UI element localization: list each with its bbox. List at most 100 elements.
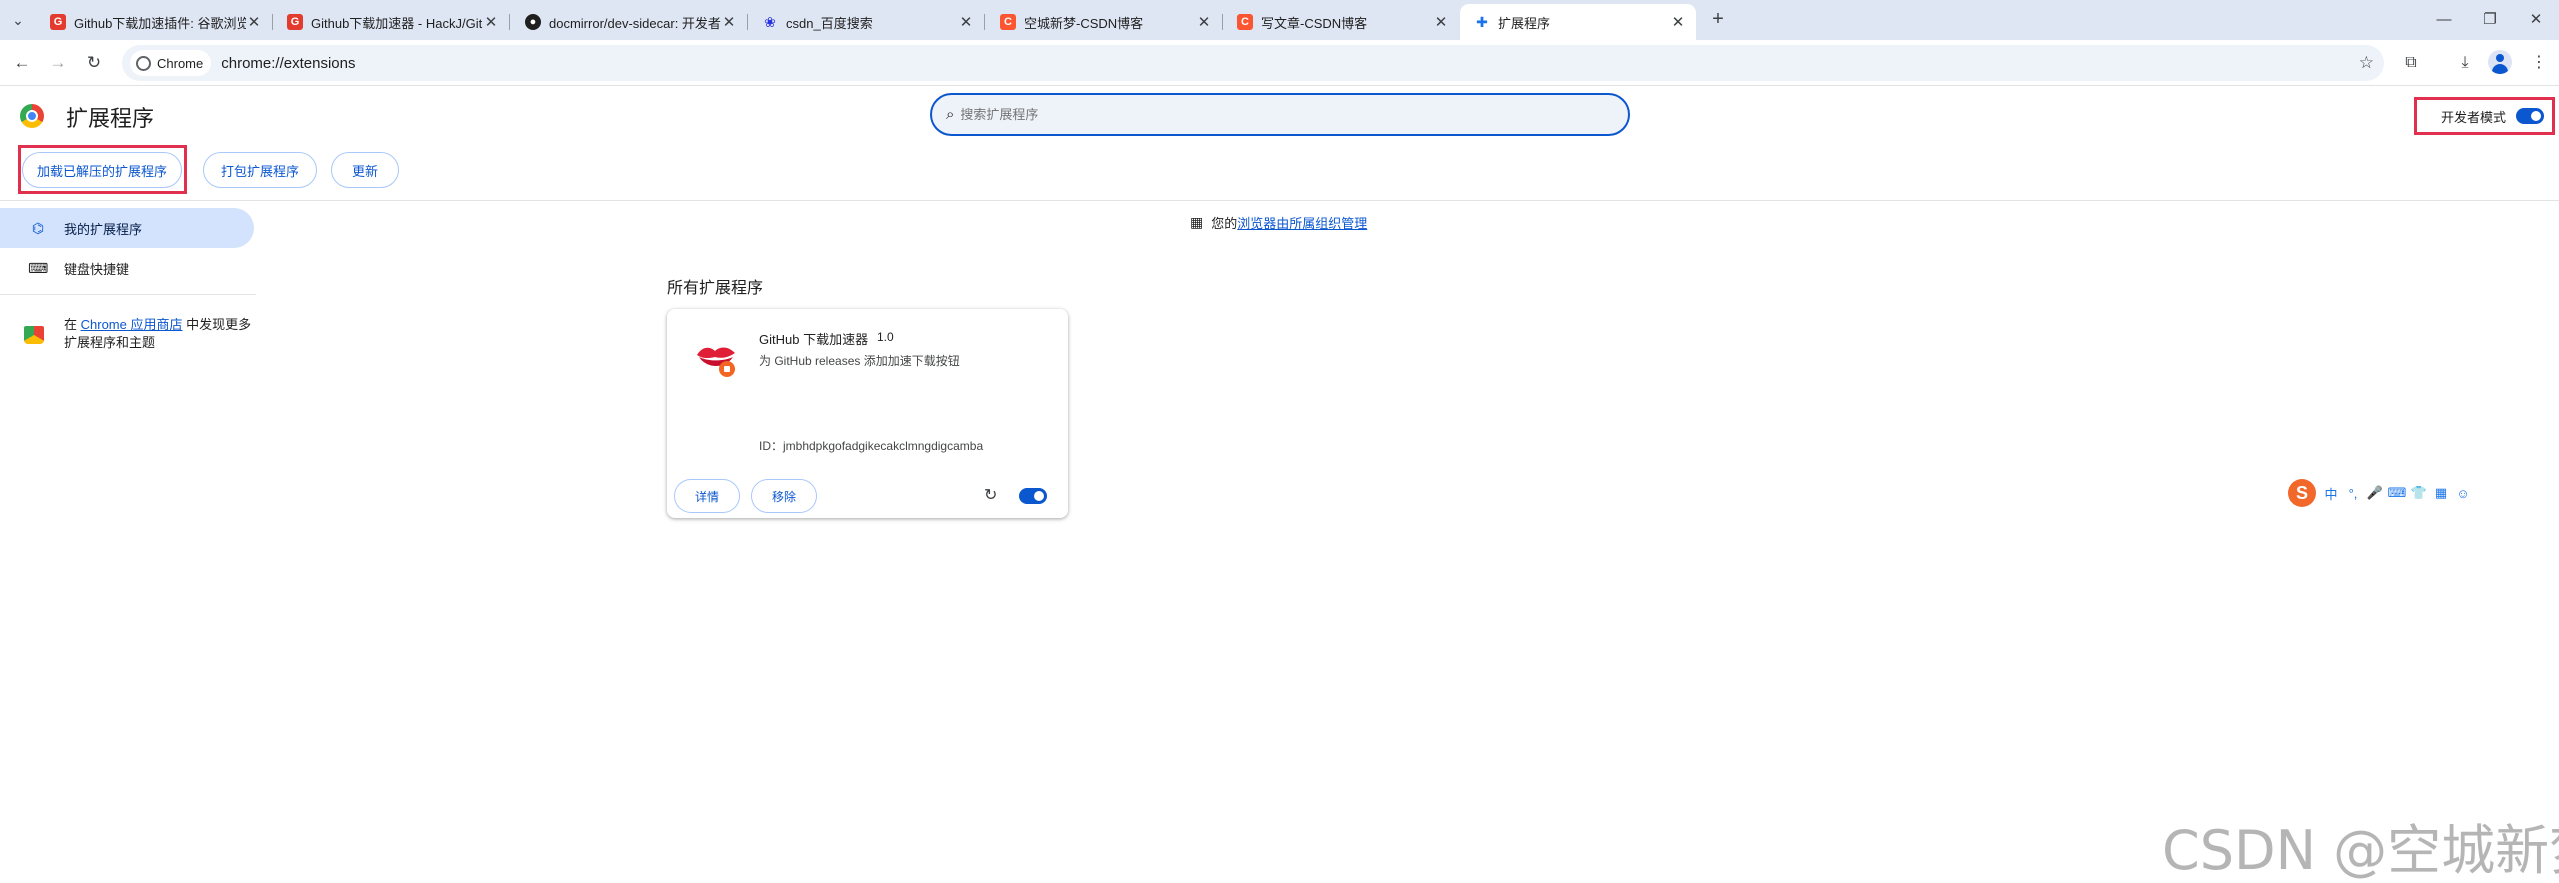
close-icon[interactable]: ✕ xyxy=(1196,13,1212,31)
managed-notice: ▦ 您的 浏览器由所属组织管理 xyxy=(1190,213,1367,232)
keyboard-icon[interactable]: ⌨ xyxy=(2386,485,2408,501)
search-icon: ⌕ xyxy=(946,106,955,123)
bookmark-star-icon[interactable]: ☆ xyxy=(2359,53,2374,73)
extension-search-box[interactable]: ⌕ xyxy=(930,93,1630,136)
download-icon[interactable]: ⤓ xyxy=(2452,50,2478,76)
close-icon[interactable]: ✕ xyxy=(246,13,262,31)
emoji-icon[interactable]: ☺ xyxy=(2452,486,2474,501)
extension-description: 为 GitHub releases 添加加速下载按钮 xyxy=(759,354,960,368)
avatar-body xyxy=(2492,64,2508,74)
tab-separator xyxy=(509,14,510,30)
tab-title: docmirror/dev-sidecar: 开发者 xyxy=(549,15,721,31)
managed-link[interactable]: 浏览器由所属组织管理 xyxy=(1237,213,1367,232)
github-icon: ● xyxy=(525,14,541,30)
forward-icon[interactable]: → xyxy=(45,50,71,76)
webstore-promo: 在 Chrome 应用商店 中发现更多扩展程序和主题 xyxy=(24,316,254,352)
profile-avatar[interactable] xyxy=(2488,50,2512,74)
developer-mode-label: 开发者模式 xyxy=(2441,109,2507,125)
webstore-link[interactable]: Chrome 应用商店 xyxy=(81,317,183,332)
tab-separator xyxy=(984,14,985,30)
webstore-icon xyxy=(24,326,44,344)
browser-toolbar: ← → ↻ Chrome chrome://extensions ☆ ⧉ ⤓ ⋮ xyxy=(0,40,2559,86)
tab-strip: ⌄ G Github下载加速插件: 谷歌浏览器 ✕ G Github下载加速器 … xyxy=(0,0,2559,40)
extensions-icon: ⌬ xyxy=(31,219,45,236)
chrome-logo-icon xyxy=(20,104,44,128)
restore-icon[interactable]: ❐ xyxy=(2470,6,2510,34)
tab-csdn-blog[interactable]: C 空城新梦-CSDN博客 ✕ xyxy=(986,4,1223,40)
microphone-icon[interactable]: 🎤 xyxy=(2364,485,2386,501)
header-divider xyxy=(0,200,2559,201)
page-title: 扩展程序 xyxy=(66,106,155,131)
extension-enable-toggle[interactable] xyxy=(1019,488,1047,504)
close-icon[interactable]: ✕ xyxy=(1433,13,1449,31)
tab-title: 扩展程序 xyxy=(1498,15,1551,31)
close-icon[interactable]: ✕ xyxy=(1670,13,1686,31)
tab-title: Github下载加速插件: 谷歌浏览器 xyxy=(74,15,246,31)
tab-github-accelerator[interactable]: G Github下载加速器 - HackJ/Git ✕ xyxy=(273,4,510,40)
tab-title: csdn_百度搜索 xyxy=(786,15,873,31)
more-menu-icon[interactable]: ⋮ xyxy=(2526,50,2552,76)
close-icon[interactable]: ✕ xyxy=(721,13,737,31)
reload-icon[interactable]: ↻ xyxy=(81,50,107,76)
chrome-icon xyxy=(136,55,151,71)
site-chip-label: Chrome xyxy=(157,55,204,71)
skin-icon[interactable]: 👕 xyxy=(2408,485,2430,501)
minimize-icon[interactable]: — xyxy=(2424,6,2464,34)
extension-version: 1.0 xyxy=(877,330,894,344)
search-input[interactable] xyxy=(960,107,1581,122)
avatar-head xyxy=(2496,54,2504,62)
extensions-puzzle-icon[interactable]: ⧉ xyxy=(2398,50,2424,76)
address-bar[interactable]: Chrome chrome://extensions ☆ xyxy=(122,45,2384,81)
keyboard-icon: ⌨ xyxy=(28,259,49,276)
extension-card: GitHub 下载加速器 1.0 为 GitHub releases 添加加速下… xyxy=(667,309,1068,518)
tab-search-icon[interactable]: ⌄ xyxy=(6,8,30,32)
tab-baidu-search[interactable]: ❀ csdn_百度搜索 ✕ xyxy=(748,4,985,40)
ime-chinese-mode[interactable]: 中 xyxy=(2320,484,2342,503)
ime-toolbar: S 中 °, 🎤 ⌨ 👕 ▦ ☺ xyxy=(2288,478,2494,508)
sogou-logo-icon[interactable]: S xyxy=(2288,479,2316,507)
toolbox-icon[interactable]: ▦ xyxy=(2430,485,2452,501)
watermark: CSDN @空城新梦 xyxy=(2162,819,2559,882)
tab-title: 空城新梦-CSDN博客 xyxy=(1024,15,1144,31)
section-title: 所有扩展程序 xyxy=(667,280,764,297)
sidebar-item-keyboard-shortcuts[interactable]: ⌨ 键盘快捷键 xyxy=(0,248,129,288)
remove-button[interactable]: 移除 xyxy=(751,479,817,513)
close-icon[interactable]: ✕ xyxy=(958,13,974,31)
reload-icon[interactable]: ↻ xyxy=(984,485,997,505)
csdn-red-icon: G xyxy=(50,14,66,30)
developer-mode-toggle-area[interactable]: 开发者模式 xyxy=(2414,97,2555,135)
baidu-paw-icon: ❀ xyxy=(764,13,776,30)
load-unpacked-button[interactable]: 加载已解压的扩展程序 xyxy=(22,152,182,188)
csdn-red-icon: G xyxy=(287,14,303,30)
back-icon[interactable]: ← xyxy=(9,50,35,76)
details-button[interactable]: 详情 xyxy=(674,479,740,513)
managed-prefix: 您的 xyxy=(1211,216,1238,231)
lips-icon xyxy=(697,347,735,377)
tab-title: Github下载加速器 - HackJ/Git xyxy=(311,15,483,31)
new-tab-button[interactable]: + xyxy=(1706,8,1730,32)
site-info-chip[interactable]: Chrome xyxy=(130,50,212,76)
tab-docmirror[interactable]: ● docmirror/dev-sidecar: 开发者 ✕ xyxy=(511,4,748,40)
webstore-text: 在 Chrome 应用商店 中发现更多扩展程序和主题 xyxy=(64,316,254,352)
tab-write-article[interactable]: C 写文章-CSDN博客 ✕ xyxy=(1223,4,1459,40)
sidebar-item-my-extensions[interactable]: ⌬ 我的扩展程序 xyxy=(0,208,254,248)
building-icon: ▦ xyxy=(1190,214,1204,230)
puzzle-icon: ✚ xyxy=(1476,13,1488,30)
url-text[interactable]: chrome://extensions xyxy=(221,55,355,72)
extension-id: ID：jmbhdpkgofadgikecakclmngdigcamba xyxy=(759,439,984,453)
update-button[interactable]: 更新 xyxy=(331,152,399,188)
close-icon[interactable]: ✕ xyxy=(483,13,499,31)
csdn-c-icon: C xyxy=(1237,14,1253,30)
close-window-icon[interactable]: ✕ xyxy=(2516,6,2556,34)
webstore-text-before: 在 xyxy=(64,317,81,332)
pack-extension-button[interactable]: 打包扩展程序 xyxy=(203,152,317,188)
sidebar-item-label: 键盘快捷键 xyxy=(64,261,130,277)
tab-github-accel-plugin[interactable]: G Github下载加速插件: 谷歌浏览器 ✕ xyxy=(36,4,273,40)
tab-title: 写文章-CSDN博客 xyxy=(1261,15,1368,31)
sidebar-divider xyxy=(0,294,256,295)
developer-mode-toggle[interactable] xyxy=(2516,108,2545,124)
extension-name: GitHub 下载加速器 xyxy=(759,332,869,347)
tab-extensions[interactable]: ✚ 扩展程序 ✕ xyxy=(1460,4,1696,40)
csdn-c-icon: C xyxy=(1000,14,1016,30)
ime-punctuation-icon[interactable]: °, xyxy=(2342,486,2364,501)
